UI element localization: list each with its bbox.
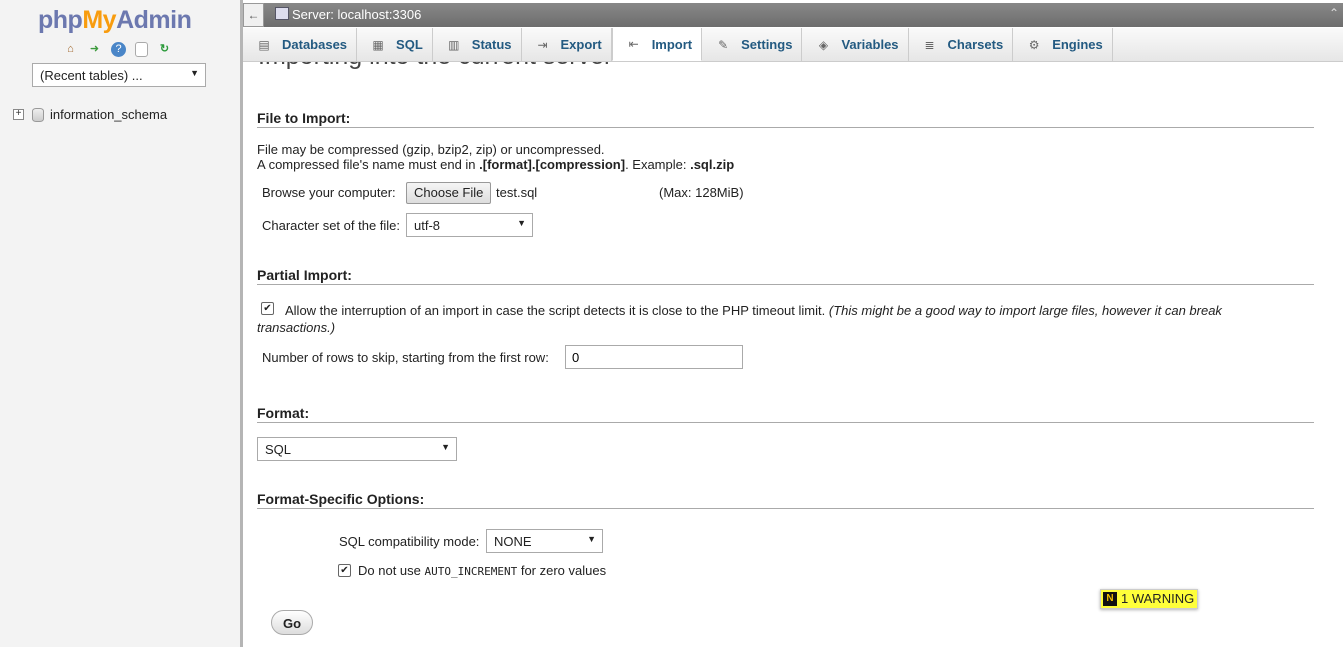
nav-icon-bar: ⌂ ➜ ? ↻ — [63, 42, 172, 57]
allow-interrupt-label[interactable]: Allow the interruption of an import in c… — [257, 302, 1257, 336]
sql-compat-label: SQL compatibility mode: — [339, 534, 480, 549]
reload-icon[interactable]: ↻ — [157, 42, 172, 57]
skip-rows-input[interactable] — [565, 345, 743, 369]
tab-label: SQL — [396, 37, 423, 52]
charset-select[interactable]: utf-8 ▼ — [406, 213, 533, 237]
collapse-icon[interactable]: ⌃ — [1329, 6, 1339, 20]
tab-charsets[interactable]: ≣ Charsets — [909, 28, 1014, 61]
tab-variables[interactable]: ◈ Variables — [802, 28, 909, 61]
allow-interrupt-text: Allow the interruption of an import in c… — [285, 303, 826, 318]
tab-sql[interactable]: ▦ SQL — [357, 28, 433, 61]
auto-inc-code: AUTO_INCREMENT — [424, 565, 518, 578]
server-label: Server: localhost:3306 — [292, 7, 422, 22]
chevron-down-icon: ▼ — [587, 534, 596, 544]
tab-label: Settings — [741, 37, 793, 52]
db-tree-item[interactable]: + information_schema — [13, 107, 167, 122]
navigation-panel: phpMyAdmin ⌂ ➜ ? ↻ (Recent tables) ... ▼… — [0, 0, 241, 647]
note-example: .sql.zip — [690, 157, 735, 172]
phpmyadmin-logo[interactable]: phpMyAdmin — [38, 6, 192, 35]
server-breadcrumb[interactable]: Server: localhost:3306 — [275, 7, 421, 22]
db-tree-label[interactable]: information_schema — [50, 107, 167, 122]
sql-compat-select[interactable]: NONE ▼ — [486, 529, 603, 553]
tab-label: Charsets — [947, 37, 1004, 52]
max-size-label: (Max: 128MiB) — [659, 185, 744, 200]
sql-compat-value: NONE — [494, 534, 532, 549]
chevron-down-icon: ▼ — [517, 218, 526, 228]
no-auto-increment-checkbox[interactable]: ✔ — [338, 564, 351, 577]
tab-databases[interactable]: ▤ Databases — [243, 28, 358, 61]
warning-badge-icon: N — [1103, 592, 1117, 606]
tab-label: Engines — [1052, 37, 1103, 52]
server-breadcrumb-bar: ← Server: localhost:3306 ⌃ — [243, 3, 1343, 27]
note-format: .[format].[compression] — [479, 157, 626, 172]
tab-status[interactable]: ▥ Status — [433, 28, 522, 61]
compression-note: File may be compressed (gzip, bzip2, zip… — [257, 142, 605, 157]
compression-name-note: A compressed file's name must end in .[f… — [257, 157, 734, 172]
database-icon: ▤ — [258, 37, 270, 52]
database-icon — [32, 107, 44, 122]
tab-export[interactable]: ⇥ Export — [522, 28, 612, 61]
charset-label: Character set of the file: — [262, 218, 401, 233]
status-icon: ▥ — [448, 37, 460, 52]
logo-php: php — [38, 6, 83, 34]
file-to-import-legend: File to Import: — [257, 110, 1314, 128]
server-icon — [275, 7, 289, 20]
choose-file-button[interactable]: Choose File — [406, 182, 492, 204]
note-text: A compressed file's name must end in — [257, 157, 480, 172]
tab-label: Import — [651, 36, 693, 52]
logo-my: My — [82, 6, 117, 34]
tab-label: Status — [471, 37, 512, 52]
go-button[interactable]: Go — [271, 610, 313, 635]
auto-inc-text: Do not use — [358, 563, 425, 578]
skip-rows-label: Number of rows to skip, starting from th… — [262, 350, 549, 365]
tab-label: Databases — [282, 37, 348, 52]
auto-inc-text: for zero values — [517, 563, 607, 578]
selected-file-name: test.sql — [496, 185, 538, 200]
import-icon: ⇤ — [628, 37, 639, 51]
chevron-down-icon: ▼ — [441, 442, 450, 452]
home-icon[interactable]: ⌂ — [63, 42, 78, 57]
logo-admin: Admin — [116, 6, 192, 34]
charset-value: utf-8 — [414, 218, 441, 233]
format-select[interactable]: SQL ▼ — [257, 437, 457, 461]
format-value: SQL — [265, 442, 292, 457]
warning-badge[interactable]: N 1 WARNING — [1100, 589, 1199, 609]
page-title: Importing into the current server — [258, 62, 612, 71]
format-legend: Format: — [257, 405, 1314, 423]
browse-label: Browse your computer: — [262, 185, 396, 200]
docs-icon[interactable] — [135, 42, 148, 57]
tab-import[interactable]: ⇤ Import — [611, 28, 703, 61]
note-text: . Example: — [625, 157, 691, 172]
format-options-legend: Format-Specific Options: — [257, 491, 1314, 509]
tab-label: Variables — [841, 37, 899, 52]
import-page: Importing into the current server File t… — [243, 62, 1343, 647]
warning-text: 1 WARNING — [1121, 591, 1195, 606]
tab-engines[interactable]: ⚙ Engines — [1013, 28, 1113, 61]
logout-icon[interactable]: ➜ — [87, 42, 102, 57]
help-icon[interactable]: ? — [111, 42, 126, 57]
engines-icon: ⚙ — [1028, 37, 1040, 52]
recent-tables-value: (Recent tables) ... — [40, 68, 143, 83]
tab-label: Export — [560, 37, 602, 52]
charsets-icon: ≣ — [924, 37, 935, 52]
no-auto-increment-label[interactable]: Do not use AUTO_INCREMENT for zero value… — [358, 563, 606, 578]
sql-icon: ▦ — [372, 37, 384, 52]
settings-icon: ✎ — [718, 37, 729, 52]
top-menu-tabs: ▤ Databases ▦ SQL ▥ Status ⇥ Export ⇤ Import … — [243, 28, 1343, 62]
expand-icon[interactable]: + — [13, 109, 24, 120]
chevron-down-icon: ▼ — [190, 68, 199, 78]
variables-icon: ◈ — [818, 37, 829, 52]
export-icon: ⇥ — [537, 37, 548, 52]
partial-import-legend: Partial Import: — [257, 267, 1314, 285]
recent-tables-select[interactable]: (Recent tables) ... ▼ — [32, 63, 206, 87]
tab-settings[interactable]: ✎ Settings — [702, 28, 803, 61]
collapse-nav-button[interactable]: ← — [243, 3, 264, 27]
